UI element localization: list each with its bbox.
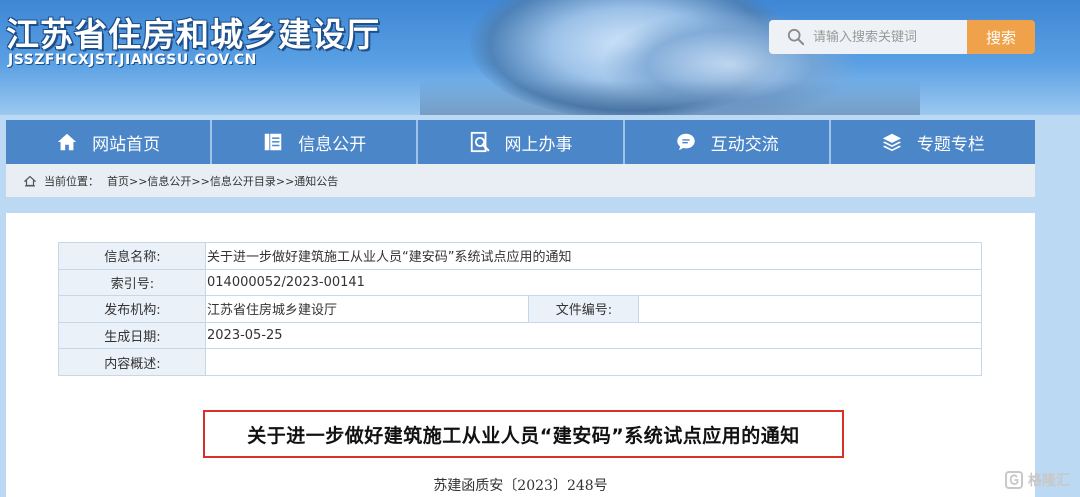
chat-icon bbox=[676, 133, 695, 151]
breadcrumb: 当前位置： 首页>>信息公开>>信息公开目录>>通知公告 bbox=[6, 164, 1035, 197]
nav-item-label: 互动交流 bbox=[710, 134, 779, 155]
info-table: 信息名称: 关于进一步做好建筑施工从业人员“建安码”系统试点应用的通知 索引号:… bbox=[58, 242, 982, 376]
info-date-value: 2023-05-25 bbox=[205, 321, 982, 350]
document-number: 苏建函质安〔2023〕248号 bbox=[433, 478, 608, 494]
table-row: 发布机构: 江苏省住房城乡建设厅 文件编号: bbox=[58, 295, 982, 323]
nav-item-home[interactable]: 网站首页 bbox=[6, 120, 213, 164]
table-row: 索引号: 014000052/2023-00141 bbox=[58, 268, 982, 297]
search-button[interactable]: 搜索 bbox=[967, 20, 1035, 54]
nav-item-label: 信息公开 bbox=[298, 134, 367, 155]
search-icon bbox=[787, 28, 805, 46]
info-publisher-value: 江苏省住房城乡建设厅 bbox=[205, 295, 529, 323]
nav-item-label: 网站首页 bbox=[92, 134, 161, 155]
info-index-value: 014000052/2023-00141 bbox=[205, 268, 982, 297]
search-box: 搜索 bbox=[769, 20, 1035, 54]
info-file-no-value bbox=[638, 295, 982, 323]
info-summary-label: 内容概述: bbox=[58, 348, 206, 376]
info-summary-value bbox=[205, 348, 982, 376]
info-index-label: 索引号: bbox=[58, 268, 206, 297]
site-url: JSSZFHCXJST.JIANGSU.GOV.CN bbox=[8, 52, 257, 68]
search-doc-icon bbox=[470, 131, 489, 153]
watermark-text: 格隆汇 bbox=[1028, 473, 1070, 489]
nav-item-online-services[interactable]: 网上办事 bbox=[418, 120, 625, 164]
location-home-icon bbox=[24, 175, 36, 186]
document-title: 关于进一步做好建筑施工从业人员“建安码”系统试点应用的通知 bbox=[203, 410, 844, 458]
banner-city-shadow bbox=[420, 80, 920, 115]
main-nav: 网站首页 信息公开 网上办事 互动交流 专题专栏 bbox=[6, 120, 1035, 164]
info-name-value: 关于进一步做好建筑施工从业人员“建安码”系统试点应用的通知 bbox=[205, 242, 982, 270]
table-row: 信息名称: 关于进一步做好建筑施工从业人员“建安码”系统试点应用的通知 bbox=[58, 242, 982, 270]
nav-item-special-topics[interactable]: 专题专栏 bbox=[831, 120, 1035, 164]
home-icon bbox=[57, 133, 77, 151]
breadcrumb-label: 当前位置： bbox=[44, 174, 99, 188]
search-field[interactable] bbox=[769, 20, 967, 54]
nav-item-interaction[interactable]: 互动交流 bbox=[625, 120, 831, 164]
table-row: 内容概述: bbox=[58, 348, 982, 376]
breadcrumb-path[interactable]: 首页>>信息公开>>信息公开目录>>通知公告 bbox=[107, 173, 338, 189]
nav-item-label: 专题专栏 bbox=[916, 134, 985, 155]
header-banner: 江苏省住房和城乡建设厅 JSSZFHCXJST.JIANGSU.GOV.CN 搜… bbox=[0, 0, 1080, 115]
main-content: 信息名称: 关于进一步做好建筑施工从业人员“建安码”系统试点应用的通知 索引号:… bbox=[6, 213, 1035, 497]
watermark-logo-icon bbox=[1005, 471, 1023, 489]
table-row: 生成日期: 2023-05-25 bbox=[58, 321, 982, 350]
layers-icon bbox=[882, 133, 902, 152]
nav-item-label: 网上办事 bbox=[504, 134, 573, 155]
nav-item-info-disclosure[interactable]: 信息公开 bbox=[212, 120, 419, 164]
search-input[interactable] bbox=[813, 29, 963, 45]
document-icon bbox=[265, 133, 282, 151]
watermark: 格隆汇 bbox=[1004, 470, 1070, 490]
info-publisher-label: 发布机构: bbox=[58, 295, 206, 323]
info-name-label: 信息名称: bbox=[58, 242, 206, 270]
info-date-label: 生成日期: bbox=[58, 321, 206, 350]
info-file-no-label: 文件编号: bbox=[528, 295, 639, 323]
site-title[interactable]: 江苏省住房和城乡建设厅 bbox=[6, 8, 380, 56]
